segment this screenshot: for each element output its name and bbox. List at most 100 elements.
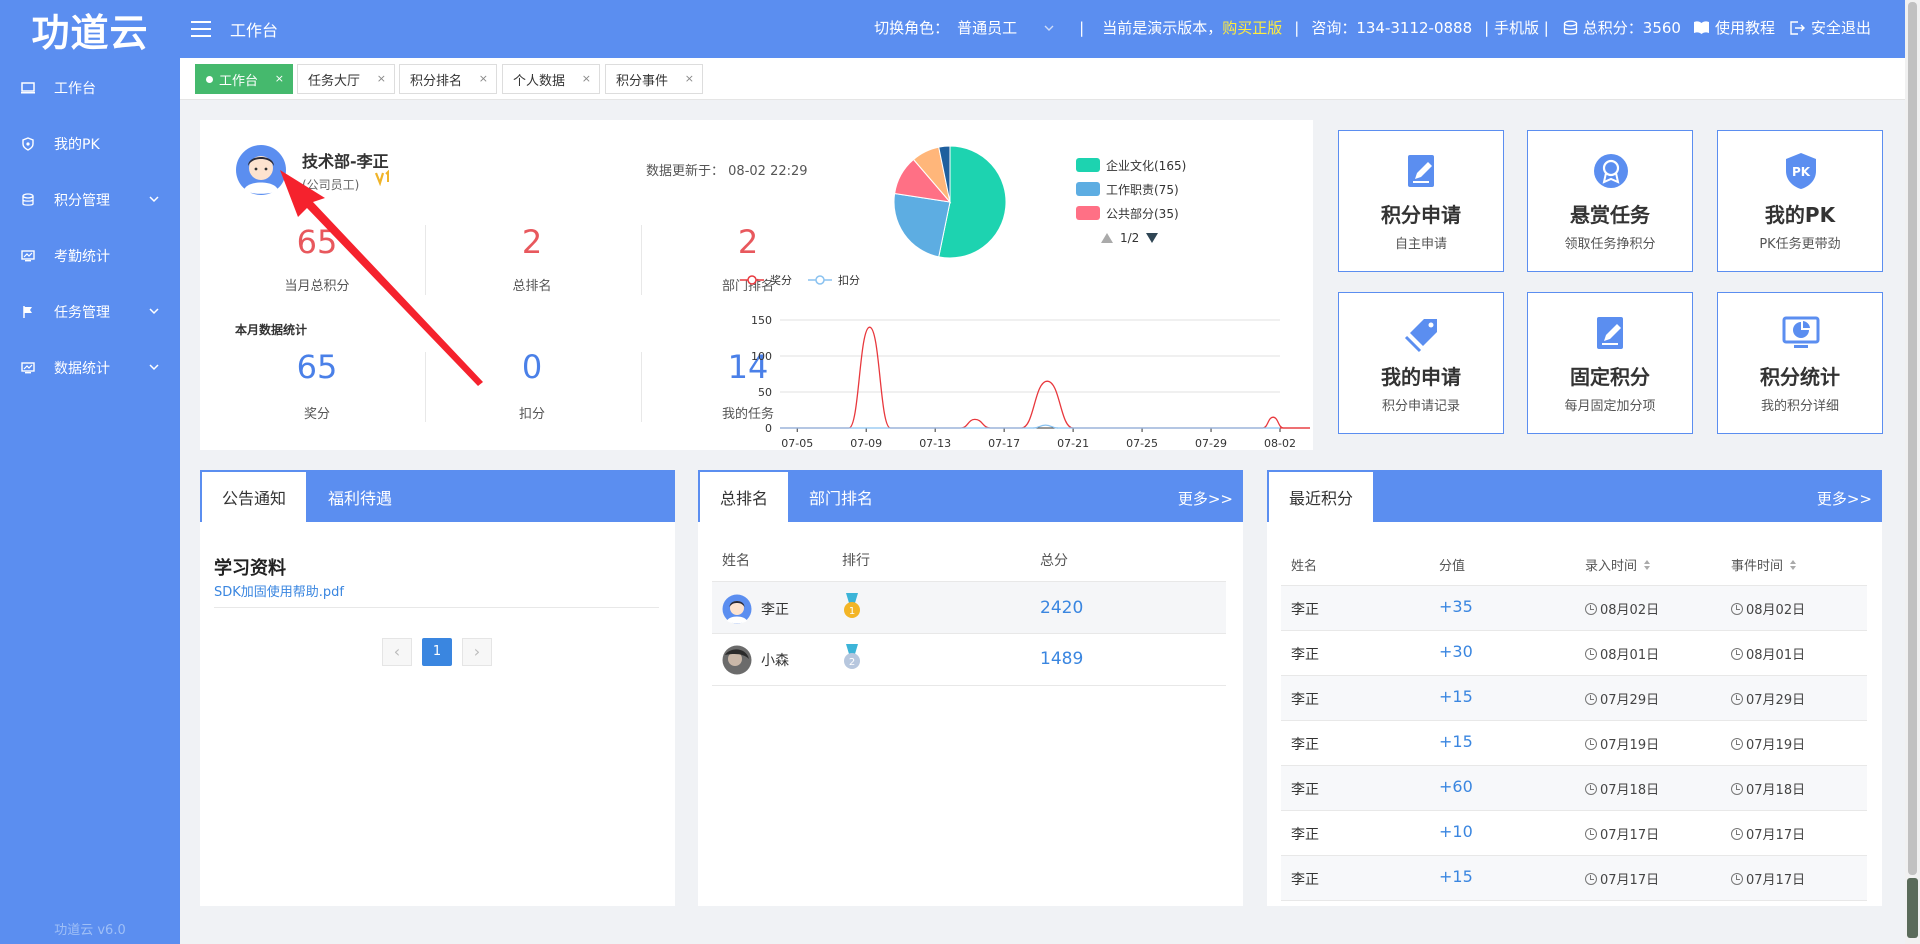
tab-personal-data[interactable]: 个人数据 × xyxy=(502,64,600,94)
legend-item[interactable]: 企业文化(165) xyxy=(1076,153,1186,177)
sort-icon[interactable] xyxy=(1643,559,1651,571)
sortable-header-entry-time[interactable]: 录入时间 xyxy=(1585,555,1651,574)
silver-medal-icon: 2 xyxy=(844,644,860,669)
scrollbar-grip[interactable] xyxy=(1907,878,1918,938)
buy-link[interactable]: 购买正版 xyxy=(1222,17,1282,38)
event-time: 07月29日 xyxy=(1746,693,1806,708)
chevron-down-icon xyxy=(149,196,159,203)
avatar[interactable] xyxy=(235,144,287,196)
quick-link-points-apply[interactable]: 积分申请 自主申请 xyxy=(1338,130,1504,272)
close-icon[interactable]: × xyxy=(377,72,386,85)
quick-link-title: 积分统计 xyxy=(1760,365,1840,389)
recent-points-card: 最近积分 更多>> 姓名 分值 录入时间 事件时间 李正 +35 08月02日 08月… xyxy=(1267,470,1882,906)
sortable-header-event-time[interactable]: 事件时间 xyxy=(1731,555,1797,574)
close-icon[interactable]: × xyxy=(685,72,694,85)
tutorial-link[interactable]: 使用教程 xyxy=(1715,17,1775,38)
role-select[interactable]: 普通员工 xyxy=(957,17,1017,38)
quick-link-fixed-points[interactable]: 固定积分 每月固定加分项 xyxy=(1527,292,1693,434)
row-event-time: 07月19日 xyxy=(1731,734,1805,753)
sidebar-item-attendance[interactable]: 考勤统计 xyxy=(0,236,180,276)
sidebar-item-label: 积分管理 xyxy=(54,193,110,209)
entry-time: 08月02日 xyxy=(1600,603,1660,618)
book-icon xyxy=(1693,21,1709,34)
recent-card-header: 最近积分 更多>> xyxy=(1267,470,1882,522)
tab-points-events[interactable]: 积分事件 × xyxy=(605,64,703,94)
quick-link-points-stats[interactable]: 积分统计 我的积分详细 xyxy=(1717,292,1883,434)
rank-score: 1489 xyxy=(1040,649,1084,669)
tab-points-ranking[interactable]: 积分排名 × xyxy=(399,64,497,94)
page-scrollbar[interactable] xyxy=(1905,0,1920,944)
quick-link-my-pk[interactable]: PK 我的PK PK任务更带劲 xyxy=(1717,130,1883,272)
database-icon xyxy=(1563,20,1577,35)
legend-swatch xyxy=(1076,206,1100,220)
recent-more-link[interactable]: 更多>> xyxy=(1817,488,1872,509)
table-row[interactable]: 李正 +15 07月17日 07月17日 xyxy=(1281,856,1867,901)
sidebar-item-data-stats[interactable]: 数据统计 xyxy=(0,348,180,388)
legend-next-icon[interactable] xyxy=(1145,232,1159,244)
monitor-icon xyxy=(20,80,36,96)
mobile-link[interactable]: | 手机版 | xyxy=(1484,17,1549,38)
table-row[interactable]: 李正 +35 08月02日 08月02日 xyxy=(1281,586,1867,631)
clock-icon xyxy=(1585,603,1597,615)
brand-logo[interactable]: 功道云 xyxy=(0,0,180,58)
tab-label: 任务大厅 xyxy=(308,73,361,89)
row-score: +15 xyxy=(1439,867,1473,886)
award-icon xyxy=(1594,154,1628,188)
table-row[interactable]: 李正 +10 07月17日 07月17日 xyxy=(1281,811,1867,856)
page-title: 工作台 xyxy=(230,21,279,40)
x-tick-label: 07-13 xyxy=(919,437,951,450)
table-row[interactable]: 李正 1 2420 xyxy=(712,582,1226,634)
sidebar: 功道云 工作台 我的PK 积分管理 考勤统计 任务管理 数据统计 功道云 v6.… xyxy=(0,0,180,944)
row-event-time: 08月02日 xyxy=(1731,599,1805,618)
profile-panel: 技术部-李正 (公司员工) 数据更新于： 08-02 22:29 65 当月总积… xyxy=(200,120,1313,450)
hamburger-menu-icon[interactable] xyxy=(190,19,212,39)
clock-icon xyxy=(1731,693,1743,705)
table-row[interactable]: 李正 +15 07月29日 07月29日 xyxy=(1281,676,1867,721)
pagination-prev[interactable]: ‹ xyxy=(382,638,412,666)
dept-rank-value: 2 xyxy=(737,223,759,261)
table-row[interactable]: 李正 +60 07月18日 07月18日 xyxy=(1281,766,1867,811)
notice-attachment-link[interactable]: SDK加固使用帮助.pdf xyxy=(214,581,344,600)
pagination-page[interactable]: 1 xyxy=(422,638,452,666)
legend-prev-icon[interactable] xyxy=(1100,232,1114,244)
table-row[interactable]: 李正 +30 08月01日 08月01日 xyxy=(1281,631,1867,676)
ranking-more-link[interactable]: 更多>> xyxy=(1178,488,1233,509)
tab-total-ranking[interactable]: 总排名 xyxy=(700,472,789,522)
row-score: +60 xyxy=(1439,777,1473,796)
pagination-next[interactable]: › xyxy=(462,638,492,666)
tab-benefits[interactable]: 福利待遇 xyxy=(308,472,412,522)
sidebar-item-tasks[interactable]: 任务管理 xyxy=(0,292,180,332)
updated-label: 数据更新于： xyxy=(646,164,725,179)
tab-dept-ranking[interactable]: 部门排名 xyxy=(789,472,893,522)
sidebar-item-my-pk[interactable]: 我的PK xyxy=(0,124,180,164)
table-row[interactable]: 小森 2 1489 xyxy=(712,634,1226,686)
quick-link-reward-tasks[interactable]: 悬赏任务 领取任务挣积分 xyxy=(1527,130,1693,272)
pk-shield-icon: PK xyxy=(1786,153,1816,189)
close-icon[interactable]: × xyxy=(275,72,284,85)
clock-icon xyxy=(1731,828,1743,840)
sidebar-item-points[interactable]: 积分管理 xyxy=(0,180,180,220)
tab-workbench[interactable]: 工作台 × xyxy=(195,64,293,94)
table-row[interactable]: 李正 +15 07月19日 07月19日 xyxy=(1281,721,1867,766)
reward-points-value: 65 xyxy=(296,348,338,386)
sort-icon[interactable] xyxy=(1789,559,1797,571)
quick-link-my-applications[interactable]: 我的申请 积分申请记录 xyxy=(1338,292,1504,434)
row-entry-time: 08月02日 xyxy=(1585,599,1659,618)
notice-title[interactable]: 学习资料 xyxy=(214,554,286,580)
legend-item[interactable]: 工作职责(75) xyxy=(1076,177,1186,201)
entry-time: 07月19日 xyxy=(1600,738,1660,753)
row-entry-time: 07月17日 xyxy=(1585,824,1659,843)
close-icon[interactable]: × xyxy=(479,72,488,85)
tab-task-hall[interactable]: 任务大厅 × xyxy=(297,64,395,94)
close-icon[interactable]: × xyxy=(582,72,591,85)
legend-item[interactable]: 公共部分(35) xyxy=(1076,201,1186,225)
tab-notices[interactable]: 公告通知 xyxy=(202,472,307,522)
tab-recent-points[interactable]: 最近积分 xyxy=(1269,472,1374,522)
chevron-down-icon[interactable] xyxy=(1043,22,1055,34)
scrollbar-thumb[interactable] xyxy=(1908,2,1917,875)
row-event-time: 08月01日 xyxy=(1731,644,1805,663)
sidebar-item-workbench[interactable]: 工作台 xyxy=(0,68,180,108)
chevron-down-icon xyxy=(149,308,159,315)
logout-button[interactable]: 安全退出 xyxy=(1811,17,1871,38)
database-icon xyxy=(20,192,36,208)
